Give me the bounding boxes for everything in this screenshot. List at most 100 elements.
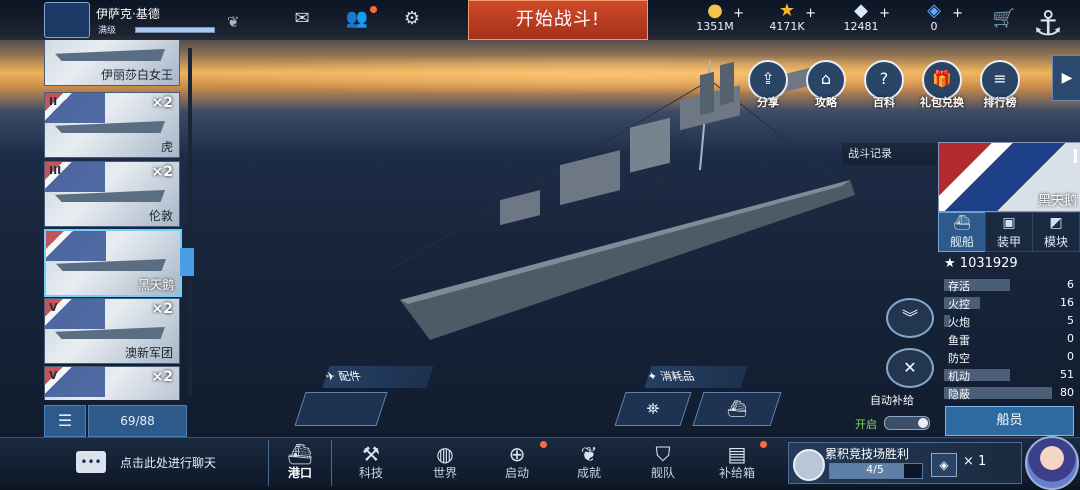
- shop-cart-icon[interactable]: 🛒: [990, 8, 1018, 32]
- ship-card[interactable]: V ×2: [44, 366, 180, 400]
- power-star-icon: ★: [944, 256, 956, 271]
- ship-count-box: 69/88: [88, 405, 187, 437]
- stat-label: 防空: [948, 352, 970, 365]
- adjutant-avatar[interactable]: [1025, 436, 1079, 490]
- player-avatar[interactable]: [44, 2, 90, 38]
- module-icon: ◩: [1049, 215, 1063, 231]
- stat-label: 机动: [948, 370, 970, 383]
- ship-card[interactable]: III ×2 伦敦: [44, 161, 180, 227]
- gift-exchange-button[interactable]: 🎁 礼包兑换: [920, 60, 964, 110]
- list-scrollbar-track[interactable]: [188, 48, 192, 398]
- nav-label: 港口: [287, 466, 312, 480]
- mail-icon[interactable]: ✉: [288, 8, 316, 32]
- ship-tier: II: [49, 95, 58, 108]
- tab-armor[interactable]: ▣ 装甲: [985, 212, 1033, 252]
- add-icon: +: [952, 6, 963, 21]
- arena-title: 累积竞技场胜利: [825, 447, 910, 461]
- list-menu-icon[interactable]: ☰: [44, 405, 86, 437]
- notification-dot: [540, 441, 547, 448]
- stat-value: 0: [1067, 350, 1074, 363]
- anchor-icon[interactable]: ⚓: [1024, 0, 1072, 48]
- armor-icon: ▣: [1002, 215, 1016, 231]
- settings-gear-icon[interactable]: ⚙: [398, 8, 426, 32]
- ship-list[interactable]: 伊丽莎白女王 II ×2 虎 III ×2 伦敦 黑天鹅 V ×2 澳新军团 V…: [44, 40, 190, 400]
- battle-record-button[interactable]: 战斗记录: [842, 143, 938, 165]
- reward-chip-icon: ◈: [931, 453, 957, 477]
- tab-module[interactable]: ◩ 模块: [1032, 212, 1080, 252]
- guide-button[interactable]: ⌂ 攻略: [804, 60, 848, 110]
- star-value: 4171K: [769, 20, 805, 33]
- ship-card-selected[interactable]: 黑天鹅: [44, 229, 182, 297]
- ship-tier: V: [49, 301, 58, 314]
- reward-count: × 1: [963, 454, 987, 469]
- stat-row: 火炮 5: [940, 312, 1078, 330]
- arena-medal-icon: [793, 449, 825, 481]
- guide-label: 攻略: [815, 96, 837, 109]
- auto-supply-label: 自动补给: [870, 394, 914, 407]
- share-button[interactable]: ⇪ 分享: [746, 60, 790, 110]
- auto-supply-toggle[interactable]: [884, 416, 930, 430]
- tab-armor-label: 装甲: [996, 235, 1021, 249]
- nav-port[interactable]: ⛴ 港口: [268, 440, 332, 486]
- nav-world[interactable]: ◍ 世界: [414, 440, 476, 486]
- nav-tech[interactable]: ⚒ 科技: [340, 440, 402, 486]
- nav-fleet[interactable]: ⛉ 舰队: [632, 440, 694, 486]
- add-icon: +: [805, 6, 816, 21]
- ship-card[interactable]: V ×2 澳新军团: [44, 298, 180, 364]
- expand-arrow-icon[interactable]: ▶: [1052, 55, 1080, 101]
- parts-slot[interactable]: [294, 392, 388, 426]
- stat-row: 鱼雷 0: [940, 330, 1078, 348]
- ship-card[interactable]: II ×2 虎: [44, 92, 180, 158]
- ship-name: 澳新军团: [124, 346, 173, 360]
- encyclopedia-label: 百科: [873, 96, 895, 109]
- nav-launch[interactable]: ⊕ 启动: [486, 440, 548, 486]
- auto-supply-wrench-icon[interactable]: ✕: [886, 348, 934, 388]
- resource-star[interactable]: ★ + 4171K: [752, 0, 822, 40]
- gold-value: 1351M: [696, 20, 734, 33]
- ranking-button[interactable]: ≡ 排行榜: [978, 60, 1022, 110]
- stat-row: 机动 51: [940, 366, 1078, 384]
- nav-label: 启动: [504, 466, 529, 480]
- arena-quest[interactable]: 累积竞技场胜利 4/5 ◈ × 1: [788, 442, 1022, 484]
- tab-ship-label: 舰船: [949, 235, 974, 249]
- ship-name: 黑天鹅: [137, 278, 174, 292]
- encyclopedia-button[interactable]: ? 百科: [862, 60, 906, 110]
- stat-value: 0: [1067, 332, 1074, 345]
- tab-module-label: 模块: [1043, 235, 1068, 249]
- ship-name: 虎: [160, 140, 173, 154]
- rank-badge-icon[interactable]: ︾: [886, 298, 934, 338]
- consumable-slot-1[interactable]: ⛯: [614, 392, 692, 426]
- ship-count: ×2: [151, 369, 173, 385]
- chat-bar[interactable]: ••• 点击此处进行聊天: [72, 448, 262, 478]
- ship-name: 伦敦: [148, 209, 173, 223]
- nav-achievement[interactable]: ❦ 成就: [558, 440, 620, 486]
- ranking-label: 排行榜: [983, 96, 1017, 109]
- list-scrollbar-thumb[interactable]: [180, 248, 194, 276]
- ship-tabs: ⛴ 舰船 ▣ 装甲 ◩ 模块: [938, 212, 1080, 252]
- consumables-header: ✦ 消耗品: [644, 366, 748, 388]
- resource-diamond[interactable]: ◆ + 12481: [826, 0, 896, 40]
- nav-supply-box[interactable]: ▤ 补给箱: [706, 440, 768, 486]
- share-label: 分享: [757, 96, 779, 109]
- stat-row: 存活 6: [940, 276, 1078, 294]
- parts-label: 配件: [336, 370, 363, 383]
- repair-kit-icon: ⛯: [646, 399, 660, 418]
- ship-count: ×2: [151, 301, 173, 317]
- add-icon: +: [879, 6, 890, 21]
- ship-plus-icon: ⛴: [726, 399, 748, 418]
- resource-gold[interactable]: ● + 1351M: [680, 0, 750, 40]
- ship-name: 伊丽莎白女王: [100, 68, 173, 82]
- ship-marker: [1074, 149, 1077, 163]
- resource-crystal[interactable]: ◈ + 0: [899, 0, 969, 40]
- combat-power: ★ 1031929: [944, 256, 1018, 271]
- stat-value: 5: [1067, 314, 1074, 327]
- start-battle-button[interactable]: 开始战斗!: [468, 0, 648, 40]
- consumable-slot-2[interactable]: ⛴: [692, 392, 782, 426]
- crew-button[interactable]: 船员: [945, 406, 1074, 436]
- friends-icon[interactable]: 👥: [343, 8, 371, 32]
- notification-dot: [760, 441, 767, 448]
- tab-ship[interactable]: ⛴ 舰船: [938, 212, 986, 252]
- ship-card[interactable]: 伊丽莎白女王: [44, 40, 180, 86]
- auto-supply-state: 开启: [855, 418, 877, 431]
- diamond-value: 12481: [843, 20, 879, 33]
